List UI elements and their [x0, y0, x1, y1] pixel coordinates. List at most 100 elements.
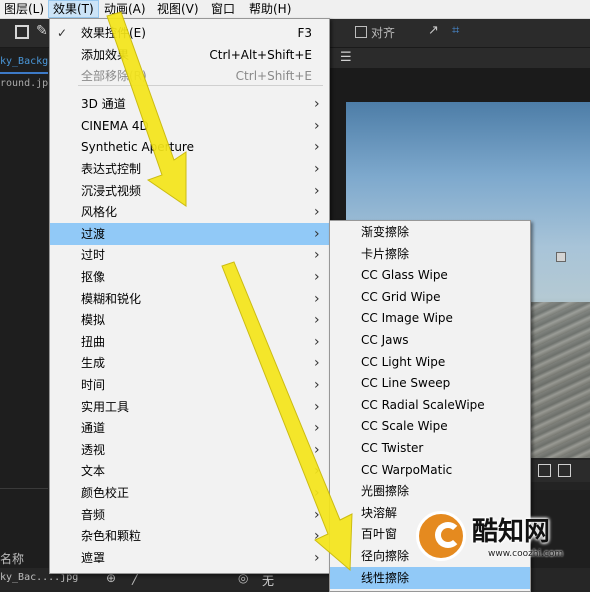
project-file-name: round.jp — [0, 78, 49, 89]
menu-item-shortcut: Ctrl+Shift+E — [235, 69, 312, 84]
menu-effects[interactable]: 效果(T) — [48, 0, 99, 18]
effects-menu-item[interactable]: CINEMA 4D › — [50, 115, 329, 137]
menu-item-label: 颜色校正 — [81, 486, 130, 500]
menu-view[interactable]: 视图(V) — [153, 0, 203, 18]
effects-menu-item[interactable]: 抠像 › — [50, 266, 329, 288]
submenu-item-label: CC Grid Wipe — [361, 289, 441, 304]
transition-submenu-item[interactable]: CC Light Wipe — [330, 351, 530, 373]
panel-divider — [0, 488, 48, 489]
menu-item-label: 风格化 — [81, 205, 118, 220]
transition-submenu-item[interactable]: CC Jaws — [330, 329, 530, 351]
effects-menu-item[interactable]: Synthetic Aperture › — [50, 136, 329, 158]
effects-menu-item[interactable]: 通道 › — [50, 417, 329, 439]
menu-item-label: 模糊和锐化 — [81, 291, 142, 306]
effects-menu-item[interactable]: 实用工具 › — [50, 396, 329, 418]
project-tab[interactable]: ky_Backgr — [0, 54, 48, 70]
parent-none-value[interactable]: 无 — [262, 572, 274, 589]
submenu-arrow-icon: › — [314, 463, 320, 480]
effects-menu-item[interactable]: 过渡 › — [50, 222, 329, 245]
submenu-item-label: CC Jaws — [361, 333, 409, 347]
checkmark-icon: ✓ — [57, 26, 68, 40]
menu-item-label: 实用工具 — [81, 399, 130, 414]
effects-menu-item[interactable]: 模拟 › — [50, 309, 329, 331]
effects-menu-item[interactable]: 生成 › — [50, 352, 329, 374]
transition-submenu-item[interactable]: CC Radial ScaleWipe — [330, 394, 530, 416]
effects-menu-item[interactable]: 过时 › — [50, 244, 329, 266]
submenu-arrow-icon: › — [314, 269, 320, 285]
transition-submenu-item[interactable]: CC Grid Wipe — [330, 286, 530, 308]
effects-menu-item[interactable]: 风格化 › — [50, 201, 329, 223]
menu-item-label: 遮罩 — [81, 550, 106, 565]
snap-arrow-icon[interactable]: ↗ — [428, 23, 439, 38]
snap-checkbox[interactable] — [355, 26, 367, 38]
effects-menu-item[interactable]: 添加效果 Ctrl+Alt+Shift+E — [50, 44, 329, 66]
menu-layer[interactable]: 图层(L) — [0, 0, 48, 18]
submenu-item-label: 块溶解 — [361, 505, 398, 520]
submenu-item-label: CC Scale Wipe — [361, 419, 448, 434]
submenu-arrow-icon: › — [314, 139, 320, 156]
submenu-arrow-icon: › — [314, 96, 320, 113]
transition-submenu-item[interactable]: 卡片擦除 — [330, 243, 530, 265]
tab-underline — [0, 72, 48, 74]
effects-menu-item[interactable]: 沉浸式视频 › — [50, 180, 329, 202]
snap-label: 对齐 — [371, 26, 396, 40]
transition-submenu-item[interactable]: 渐变擦除 — [330, 221, 530, 243]
effects-menu-item[interactable]: 3D 通道 › — [50, 93, 329, 115]
menu-item-label: 扭曲 — [81, 334, 106, 349]
submenu-item-label: 线性擦除 — [361, 570, 410, 585]
transition-submenu-item[interactable]: CC Scale Wipe — [330, 415, 530, 437]
effects-menu-item[interactable]: ✓ 效果控件(E) F3 — [50, 22, 329, 44]
effects-menu-item[interactable]: 遮罩 › — [50, 547, 329, 569]
coozhi-watermark: 酷知网 www.coozhi.com — [412, 503, 580, 573]
transparency-grid-icon[interactable] — [558, 464, 571, 477]
effects-menu-item[interactable]: 透视 › — [50, 439, 329, 461]
menu-help[interactable]: 帮助(H) — [245, 0, 295, 18]
submenu-arrow-icon: › — [314, 312, 320, 329]
menu-item-label: 通道 — [81, 421, 106, 436]
watermark-title: 酷知网 — [472, 517, 551, 547]
menu-item-shortcut: F3 — [297, 26, 312, 40]
submenu-arrow-icon: › — [314, 333, 320, 350]
snap-target-icon[interactable]: ⌗ — [452, 23, 459, 38]
region-of-interest-icon[interactable] — [538, 464, 551, 477]
transition-submenu-item[interactable]: CC Twister — [330, 437, 530, 459]
effects-menu-item[interactable]: 杂色和颗粒 › — [50, 525, 329, 547]
effects-menu-item[interactable]: 文本 › — [50, 460, 329, 482]
effects-menu-item[interactable]: 扭曲 › — [50, 331, 329, 353]
menu-item-label: 全部移除(R) — [81, 69, 147, 84]
transition-submenu-item[interactable]: CC Line Sweep — [330, 372, 530, 394]
submenu-arrow-icon: › — [314, 355, 320, 372]
transition-submenu-item[interactable]: 光圈擦除 — [330, 480, 530, 502]
transition-submenu-item[interactable]: CC WarpoMatic — [330, 459, 530, 481]
submenu-arrow-icon: › — [314, 420, 320, 437]
menubar: 图层(L) 效果(T) 动画(A) 视图(V) 窗口 帮助(H) — [0, 0, 590, 19]
effects-menu-item[interactable]: 模糊和锐化 › — [50, 288, 329, 310]
submenu-item-label: 径向擦除 — [361, 549, 410, 563]
coozhi-logo-icon — [416, 511, 466, 561]
menu-item-label: 沉浸式视频 — [81, 183, 142, 198]
menu-item-label: 效果控件(E) — [81, 26, 146, 40]
effects-menu-item[interactable]: 颜色校正 › — [50, 482, 329, 504]
viewer-menu-icon[interactable]: ☰ — [340, 50, 352, 65]
pen-tool-icon[interactable]: ✎ — [36, 23, 48, 39]
submenu-item-label: 渐变擦除 — [361, 225, 410, 239]
transition-submenu-item[interactable]: CC Glass Wipe — [330, 264, 530, 286]
name-column-header[interactable]: 名称 — [0, 550, 24, 567]
effects-menu-item[interactable]: 音频 › — [50, 504, 329, 526]
submenu-arrow-icon: › — [314, 161, 320, 177]
submenu-item-label: CC Line Sweep — [361, 376, 451, 391]
menu-window[interactable]: 窗口 — [207, 0, 239, 18]
submenu-arrow-icon: › — [314, 398, 320, 415]
viewer-header — [328, 48, 590, 68]
menu-item-label: 过时 — [81, 248, 106, 263]
layer-handle[interactable] — [556, 252, 566, 262]
effects-menu-item[interactable]: 时间 › — [50, 374, 329, 396]
submenu-item-label: CC Twister — [361, 441, 424, 455]
menu-animation[interactable]: 动画(A) — [100, 0, 150, 18]
transition-submenu-item[interactable]: CC Image Wipe — [330, 307, 530, 329]
project-panel: ky_Backgr round.jp — [0, 48, 48, 590]
rectangle-tool-icon[interactable] — [15, 25, 29, 39]
menu-item-label: 杂色和颗粒 — [81, 529, 142, 544]
effects-menu-item[interactable]: 表达式控制 › — [50, 158, 329, 180]
viewer-controls — [528, 460, 590, 482]
